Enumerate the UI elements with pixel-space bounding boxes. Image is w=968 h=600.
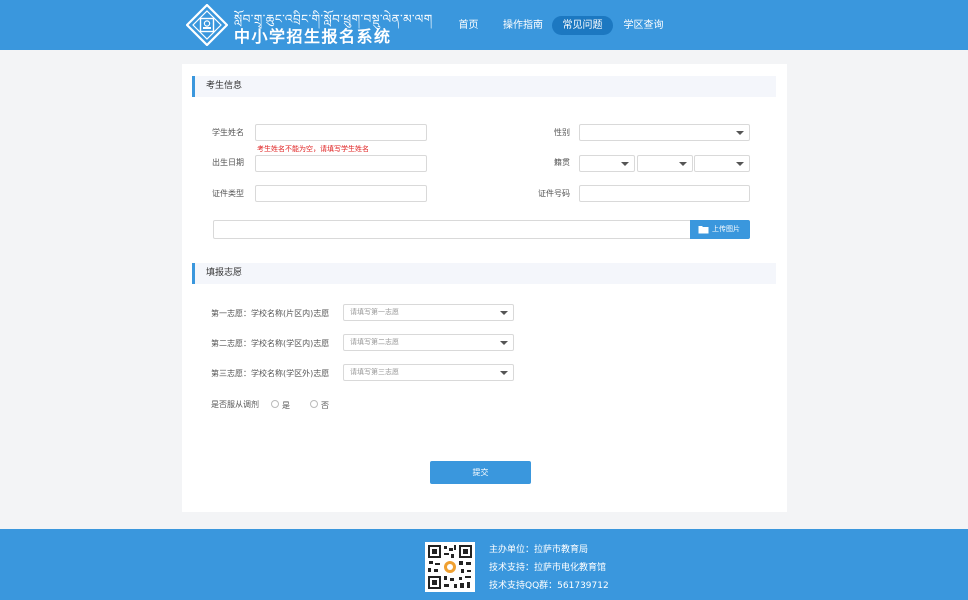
birth-date-input[interactable]	[255, 155, 427, 172]
submit-button[interactable]: 提交	[430, 461, 531, 484]
first-choice-select[interactable]: 请填写第一志愿	[343, 304, 514, 321]
chevron-down-icon	[500, 371, 508, 375]
chevron-down-icon	[500, 311, 508, 315]
gender-label: 性别	[554, 128, 570, 137]
footer-organizer: 主办单位：拉萨市教育局	[489, 545, 589, 555]
adjust-no-label: 否	[321, 401, 329, 410]
nav-district-query[interactable]: 学区查询	[616, 16, 671, 35]
gender-select[interactable]	[579, 124, 750, 141]
qr-code-icon	[425, 542, 475, 592]
choice-heading: 填报志愿	[192, 263, 776, 284]
chevron-down-icon	[736, 162, 744, 166]
id-type-label: 证件类型	[212, 189, 244, 198]
folder-icon	[698, 226, 709, 234]
birth-date-label: 出生日期	[212, 158, 244, 167]
id-type-input[interactable]	[255, 185, 427, 202]
upload-image-label: 上传图片	[712, 225, 740, 233]
chevron-down-icon	[621, 162, 629, 166]
chevron-down-icon	[500, 341, 508, 345]
footer-qq-group: 技术支持QQ群：561739712	[489, 581, 609, 591]
id-number-label: 证件号码	[538, 189, 570, 198]
adjust-no-radio[interactable]	[310, 400, 318, 408]
native-province-select[interactable]	[579, 155, 635, 172]
nav-faq[interactable]: 常见问题	[552, 16, 613, 35]
student-info-heading: 考生信息	[192, 76, 776, 97]
chevron-down-icon	[736, 131, 744, 135]
student-name-error: 考生姓名不能为空，请填写学生姓名	[257, 145, 369, 153]
adjust-yes-radio[interactable]	[271, 400, 279, 408]
native-county-select[interactable]	[694, 155, 750, 172]
nav-home[interactable]: 首页	[446, 16, 491, 35]
student-name-input[interactable]	[255, 124, 427, 141]
first-choice-placeholder: 请填写第一志愿	[350, 308, 399, 316]
native-place-label: 籍贯	[554, 158, 570, 167]
third-choice-placeholder: 请填写第三志愿	[350, 368, 399, 376]
second-choice-select[interactable]: 请填写第二志愿	[343, 334, 514, 351]
native-city-select[interactable]	[637, 155, 693, 172]
id-number-input[interactable]	[579, 185, 750, 202]
chevron-down-icon	[679, 162, 687, 166]
student-name-label: 学生姓名	[212, 128, 244, 137]
second-choice-label: 第二志愿：学校名称(学区内)志愿	[211, 339, 330, 348]
third-choice-label: 第三志愿：学校名称(学区外)志愿	[211, 369, 330, 378]
first-choice-label: 第一志愿：学校名称(片区内)志愿	[211, 309, 330, 318]
header-bar: སློབ་གྲྭ་ཆུང་འབྲིང་གི་སློབ་ཕྲུག་བསྡུ་ལེན…	[0, 0, 968, 50]
footer-bar: 主办单位：拉萨市教育局 技术支持：拉萨市电化教育馆 技术支持QQ群：561739…	[0, 529, 968, 600]
school-logo-icon	[186, 4, 228, 46]
upload-image-button[interactable]: 上传图片	[690, 220, 750, 239]
upload-file-field[interactable]	[213, 220, 750, 239]
footer-tech-support: 技术支持：拉萨市电化教育馆	[489, 563, 607, 573]
registration-form-card: 考生信息 学生姓名 考生姓名不能为空，请填写学生姓名 性别 出生日期 籍贯 证件…	[182, 64, 787, 512]
adjust-yes-label: 是	[282, 401, 290, 410]
third-choice-select[interactable]: 请填写第三志愿	[343, 364, 514, 381]
second-choice-placeholder: 请填写第二志愿	[350, 338, 399, 346]
system-title: 中小学招生报名系统	[234, 27, 392, 46]
nav-guide[interactable]: 操作指南	[497, 16, 549, 35]
adjust-label: 是否服从调剂	[211, 400, 259, 409]
